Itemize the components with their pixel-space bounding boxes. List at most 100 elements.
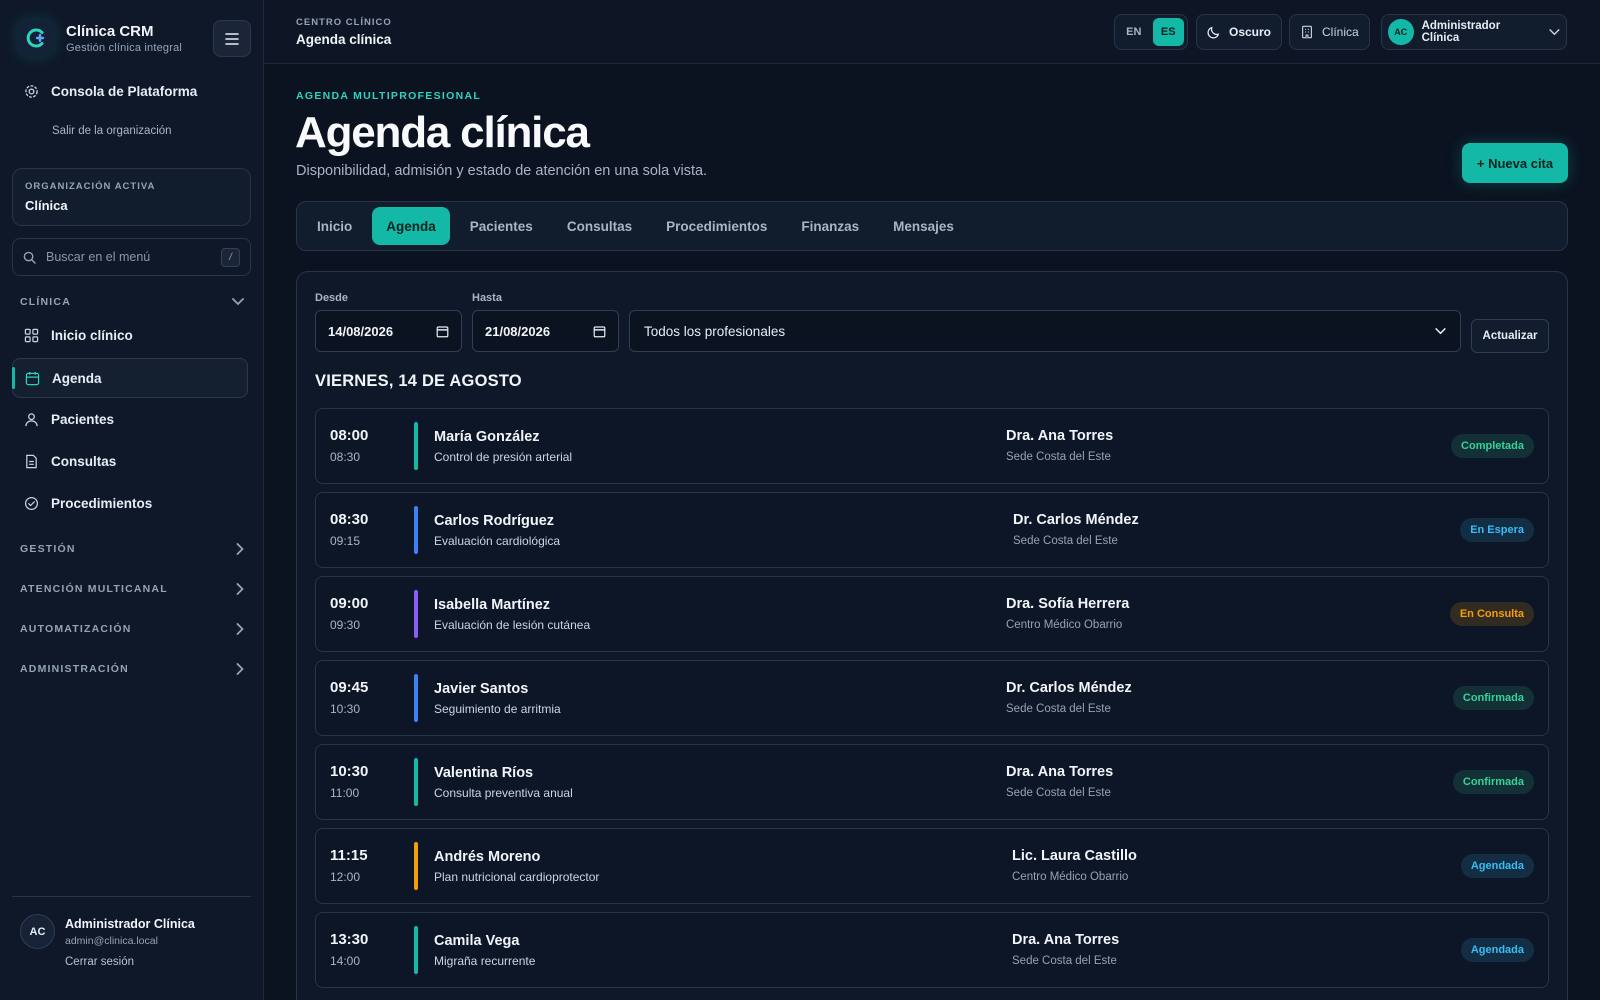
avatar: AC <box>1388 19 1414 45</box>
appointment-start-time: 11:15 <box>330 847 368 864</box>
tab-procedimientos[interactable]: Procedimientos <box>652 207 781 245</box>
tab-consultas[interactable]: Consultas <box>553 207 646 245</box>
sidebar-item-label: Pacientes <box>51 411 115 427</box>
professional-select-value: Todos los profesionales <box>644 323 786 339</box>
refresh-button[interactable]: Actualizar <box>1471 319 1549 353</box>
appointment-color-bar <box>414 674 418 722</box>
sidebar-divider <box>12 896 251 897</box>
section-label: AUTOMATIZACIÓN <box>20 623 132 635</box>
appointment-site: Sede Costa del Este <box>1012 955 1117 967</box>
lang-es-button[interactable]: ES <box>1152 18 1184 46</box>
status-badge: Agendada <box>1460 854 1534 878</box>
tab-finanzas[interactable]: Finanzas <box>787 207 873 245</box>
tab-inicio[interactable]: Inicio <box>303 207 366 245</box>
appointment-row[interactable]: 10:30 11:00 Valentina Ríos Consulta prevent… <box>315 744 1549 820</box>
to-date-input[interactable]: 21/08/2026 <box>472 310 619 352</box>
building-icon <box>1302 25 1312 39</box>
theme-toggle-button[interactable]: Oscuro <box>1196 14 1283 50</box>
lang-en-button[interactable]: EN <box>1118 18 1150 46</box>
menu-toggle-button[interactable] <box>213 20 251 57</box>
tab-agenda[interactable]: Agenda <box>372 207 450 245</box>
active-org-label: ORGANIZACIÓN ACTIVA <box>25 181 156 192</box>
patient-name[interactable]: Andrés Moreno <box>434 849 540 865</box>
status-badge: Confirmada <box>1452 686 1534 710</box>
sidebar-item-procedimientos[interactable]: Procedimientos <box>12 483 248 523</box>
appointment-reason: Consulta preventiva anual <box>434 786 573 800</box>
patient-name[interactable]: Carlos Rodríguez <box>434 513 554 529</box>
appointment-row[interactable]: 08:00 08:30 María González Control de presi… <box>315 408 1549 484</box>
appointment-row[interactable]: 08:30 09:15 Carlos Rodríguez Evaluación car… <box>315 492 1549 568</box>
chevron-down-icon <box>1549 28 1560 35</box>
appointment-color-bar <box>414 842 418 890</box>
appointment-end-time: 08:30 <box>330 450 361 464</box>
sidebar: Clínica CRM Gestión clínica integral Con… <box>0 0 264 1000</box>
chevron-right-icon <box>236 623 244 635</box>
section-atencion-multicanal[interactable]: ATENCIÓN MULTICANAL <box>20 583 244 595</box>
patient-name[interactable]: Camila Vega <box>434 933 519 949</box>
leave-org-link[interactable]: Salir de la organización <box>52 125 172 137</box>
status-badge: En Consulta <box>1449 602 1534 626</box>
chevron-right-icon <box>236 543 244 555</box>
sidebar-item-consultas[interactable]: Consultas <box>12 441 248 481</box>
appointment-site: Sede Costa del Este <box>1006 787 1111 799</box>
user-icon <box>25 412 38 426</box>
appointment-color-bar <box>414 758 418 806</box>
patient-name[interactable]: Isabella Martínez <box>434 597 550 613</box>
brand[interactable]: Clínica CRM Gestión clínica integral <box>18 20 182 56</box>
sidebar-item-agenda[interactable]: Agenda <box>12 358 248 398</box>
section-clinica[interactable]: CLÍNICA <box>20 296 244 308</box>
from-date-input[interactable]: 14/08/2026 <box>315 310 462 352</box>
professional-name: Lic. Laura Castillo <box>1012 848 1137 864</box>
section-administracion[interactable]: ADMINISTRACIÓN <box>20 663 244 675</box>
new-appointment-button[interactable]: + Nueva cita <box>1462 143 1568 183</box>
appointment-site: Sede Costa del Este <box>1013 535 1118 547</box>
patient-name[interactable]: Valentina Ríos <box>434 765 533 781</box>
appointment-row[interactable]: 09:45 10:30 Javier Santos Seguimiento de ar… <box>315 660 1549 736</box>
patient-name[interactable]: María González <box>434 429 540 445</box>
appointment-row[interactable]: 09:00 09:30 Isabella Martínez Evaluación de… <box>315 576 1549 652</box>
menu-search-input[interactable]: Buscar en el menú / <box>12 238 251 276</box>
section-automatizacion[interactable]: AUTOMATIZACIÓN <box>20 623 244 635</box>
sidebar-item-label: Inicio clínico <box>51 327 133 343</box>
appointment-site: Centro Médico Obarrio <box>1012 871 1129 883</box>
appointment-end-time: 14:00 <box>330 954 361 968</box>
document-icon <box>26 454 37 468</box>
tab-mensajes[interactable]: Mensajes <box>879 207 968 245</box>
appointment-site: Sede Costa del Este <box>1006 703 1111 715</box>
tab-pacientes[interactable]: Pacientes <box>456 207 547 245</box>
appointment-start-time: 13:30 <box>330 931 369 948</box>
appointment-row[interactable]: 11:15 12:00 Andrés Moreno Plan nutricional … <box>315 828 1549 904</box>
professional-select[interactable]: Todos los profesionales <box>629 310 1461 352</box>
topbar: CENTRO CLÍNICO Agenda clínica EN ES Oscu… <box>264 0 1600 64</box>
professional-name: Dr. Carlos Méndez <box>1013 512 1139 528</box>
platform-console-label: Consola de Plataforma <box>51 84 198 99</box>
appointment-row[interactable]: 13:30 14:00 Camila Vega Migraña recurrente D… <box>315 912 1549 988</box>
patient-name[interactable]: Javier Santos <box>434 681 528 697</box>
avatar[interactable]: AC <box>20 914 55 949</box>
section-gestion[interactable]: GESTIÓN <box>20 543 244 555</box>
section-label: GESTIÓN <box>20 543 76 555</box>
org-switch-button[interactable]: Clínica <box>1289 14 1370 50</box>
active-org-card[interactable]: ORGANIZACIÓN ACTIVA Clínica <box>12 168 251 226</box>
sidebar-item-pacientes[interactable]: Pacientes <box>12 399 248 439</box>
sidebar-item-inicio-clinico[interactable]: Inicio clínico <box>12 315 248 355</box>
appointment-reason: Plan nutricional cardioprotector <box>434 870 600 884</box>
calendar-icon <box>593 325 606 337</box>
professional-name: Dr. Carlos Méndez <box>1006 680 1132 696</box>
appointment-reason: Evaluación cardiológica <box>434 534 561 548</box>
appointment-end-time: 10:30 <box>330 702 361 716</box>
appointment-reason: Evaluación de lesión cutánea <box>434 618 591 632</box>
appointment-start-time: 08:30 <box>330 511 369 528</box>
chevron-right-icon <box>236 663 244 675</box>
platform-console-link[interactable]: Consola de Plataforma <box>24 84 197 99</box>
topbar-title: Agenda clínica <box>296 32 392 47</box>
from-date-label: Desde <box>315 292 349 304</box>
sidebar-item-label: Consultas <box>51 453 117 469</box>
gear-icon <box>25 85 38 98</box>
logout-link[interactable]: Cerrar sesión <box>65 956 195 968</box>
appointment-color-bar <box>414 926 418 974</box>
brand-logo-icon <box>18 20 54 56</box>
chevron-down-icon <box>1435 327 1446 334</box>
appointment-color-bar <box>414 422 418 470</box>
user-menu-button[interactable]: AC Administrador Clínica <box>1381 14 1567 50</box>
